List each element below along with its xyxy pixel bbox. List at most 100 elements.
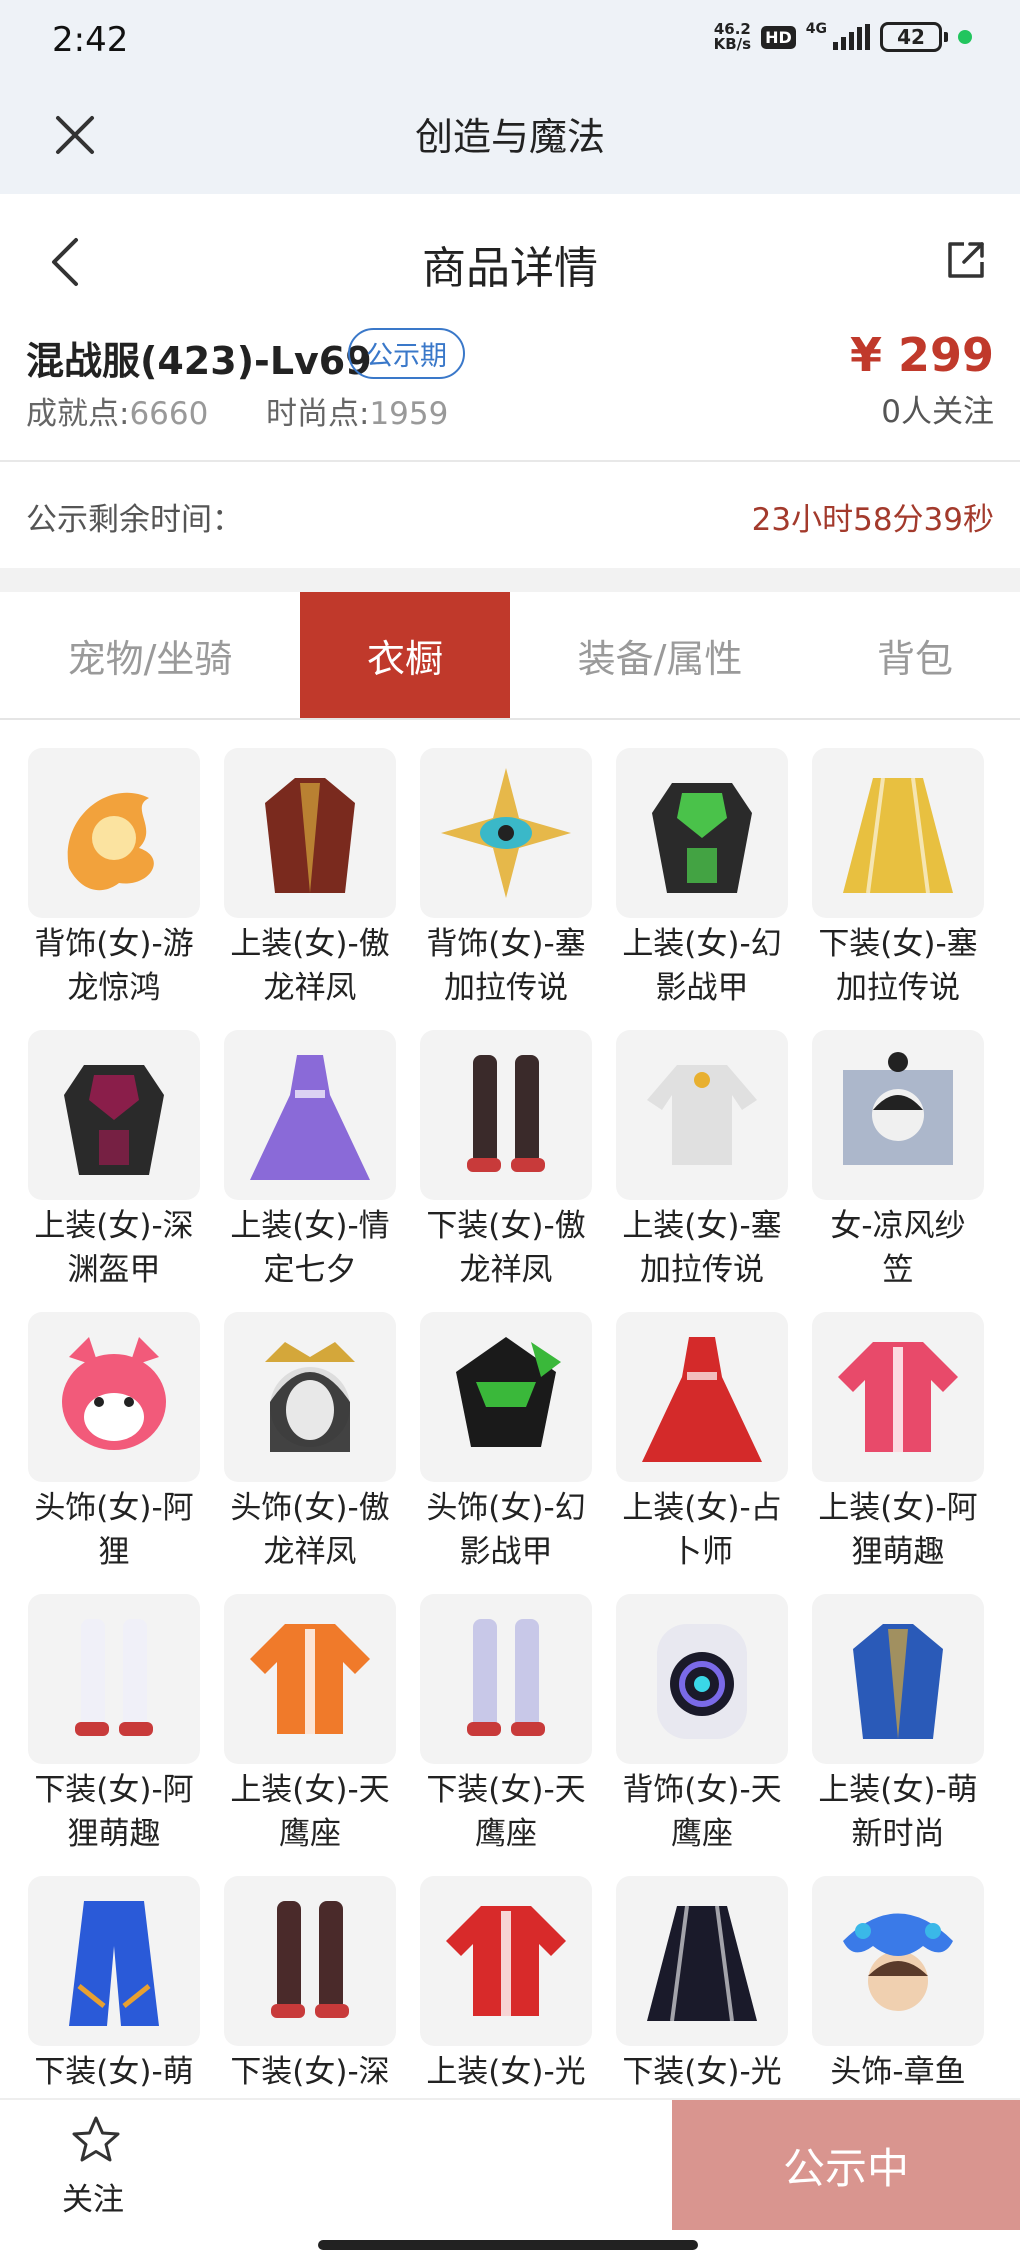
item-thumbnail[interactable] bbox=[616, 748, 788, 918]
item-thumbnail[interactable] bbox=[616, 1030, 788, 1200]
item-caption: 头饰(女)-幻 影战甲 bbox=[416, 1486, 596, 1574]
tab-equipment-attributes[interactable]: 装备/属性 bbox=[510, 592, 810, 718]
wardrobe-item[interactable]: 头饰-章鱼 bbox=[812, 1876, 984, 2098]
wardrobe-item[interactable]: 下装(女)-深渊盔甲 bbox=[224, 1876, 396, 2098]
item-caption-line2: 鹰座 bbox=[279, 1816, 341, 1852]
item-caption: 上装(女)-占 卜师 bbox=[612, 1486, 792, 1574]
item-thumbnail[interactable] bbox=[812, 1876, 984, 2046]
app-title: 创造与魔法 bbox=[414, 115, 605, 159]
wardrobe-item[interactable]: 下装(女)-萌新时尚 bbox=[28, 1876, 200, 2098]
item-thumbnail[interactable] bbox=[224, 1594, 396, 1764]
item-thumbnail[interactable] bbox=[224, 1876, 396, 2046]
wardrobe-item[interactable]: 上装(女)-傲 龙祥凤 bbox=[224, 748, 396, 1033]
countdown-label: 公示剩余时间： bbox=[26, 502, 243, 538]
jacket-icon bbox=[446, 1906, 566, 2016]
follow-label[interactable]: 关注 bbox=[62, 2174, 124, 2219]
item-thumbnail[interactable] bbox=[420, 1030, 592, 1200]
item-thumbnail[interactable] bbox=[812, 748, 984, 918]
tab-wardrobe[interactable]: 衣橱 bbox=[300, 592, 510, 718]
sun-eye-icon bbox=[441, 768, 571, 898]
item-thumbnail[interactable] bbox=[616, 1594, 788, 1764]
page-title: 商品详情 bbox=[422, 243, 598, 294]
item-thumbnail[interactable] bbox=[28, 748, 200, 918]
wardrobe-item[interactable]: 上装(女)-情 定七夕 bbox=[224, 1030, 396, 1315]
dragon-wing-icon bbox=[67, 792, 154, 891]
star-icon[interactable] bbox=[70, 2114, 122, 2166]
wardrobe-item[interactable]: 头饰(女)-幻 影战甲 bbox=[420, 1312, 592, 1597]
wardrobe-item[interactable]: 女-凉风纱笠 bbox=[812, 1030, 984, 1315]
wardrobe-item[interactable]: 上装(女)-阿 狸萌趣 bbox=[812, 1312, 984, 1597]
share-icon[interactable] bbox=[944, 238, 988, 282]
wardrobe-item[interactable]: 下装(女)-天 鹰座 bbox=[420, 1594, 592, 1879]
boots-icon bbox=[467, 1619, 545, 1736]
crown-head-icon bbox=[265, 1342, 355, 1452]
item-caption-line2: 龙祥凤 bbox=[263, 1534, 357, 1570]
item-caption-line2: 龙惊鸿 bbox=[67, 970, 161, 1006]
fox-head-icon bbox=[62, 1337, 166, 1450]
boots-icon bbox=[467, 1055, 545, 1172]
wardrobe-item[interactable]: 下装(女)-傲 龙祥凤 bbox=[420, 1030, 592, 1315]
item-caption: 上装(女)-萌 新时尚 bbox=[808, 1768, 988, 1856]
item-caption-line2: 笠 bbox=[882, 1252, 914, 1288]
orb-backpack-icon bbox=[657, 1624, 747, 1739]
item-thumbnail[interactable] bbox=[420, 1312, 592, 1482]
wardrobe-item[interactable]: 上装(女)-天 鹰座 bbox=[224, 1594, 396, 1879]
wardrobe-item[interactable]: 上装(女)-萌 新时尚 bbox=[812, 1594, 984, 1879]
item-caption: 头饰(女)-傲 龙祥凤 bbox=[220, 1486, 400, 1574]
item-caption-line1: 下装(女)-塞 bbox=[818, 926, 978, 962]
wardrobe-item[interactable]: 上装(女)-占 卜师 bbox=[616, 1312, 788, 1597]
wardrobe-item[interactable]: 上装(女)-塞 加拉传说 bbox=[616, 1030, 788, 1315]
item-thumbnail[interactable] bbox=[28, 1876, 200, 2046]
item-caption-line2: 渊盔甲 bbox=[67, 1252, 161, 1288]
item-caption-line2: 狸 bbox=[98, 1534, 130, 1570]
achievement-value: 6660 bbox=[129, 396, 209, 432]
item-thumbnail[interactable] bbox=[616, 1876, 788, 2046]
achievement-label: 成就点: bbox=[26, 396, 130, 432]
wardrobe-item[interactable]: 背饰(女)-游 龙惊鸿 bbox=[28, 748, 200, 1033]
item-caption-line2: 影战甲 bbox=[655, 970, 749, 1006]
item-thumbnail[interactable] bbox=[224, 748, 396, 918]
public-status-button[interactable]: 公示中 bbox=[672, 2100, 1020, 2230]
item-thumbnail[interactable] bbox=[420, 748, 592, 918]
item-thumbnail[interactable] bbox=[812, 1594, 984, 1764]
battery-icon: 42 bbox=[880, 22, 948, 52]
wardrobe-item[interactable]: 下装(女)-光 bbox=[616, 1876, 788, 2098]
home-indicator[interactable] bbox=[318, 2240, 698, 2250]
item-thumbnail[interactable] bbox=[28, 1312, 200, 1482]
wardrobe-item[interactable]: 上装(女)-幻 影战甲 bbox=[616, 748, 788, 1033]
wardrobe-item[interactable]: 上装(女)-深 渊盔甲 bbox=[28, 1030, 200, 1315]
item-thumbnail[interactable] bbox=[224, 1030, 396, 1200]
network-speed-unit: KB/s bbox=[713, 35, 752, 53]
item-thumbnail[interactable] bbox=[616, 1312, 788, 1482]
item-caption-line2: 龙祥凤 bbox=[263, 970, 357, 1006]
item-caption-line2: 龙祥凤 bbox=[459, 1252, 553, 1288]
tab-pets-mounts[interactable]: 宠物/坐骑 bbox=[0, 592, 300, 718]
item-caption-line1: 上装(女)-幻 bbox=[622, 926, 782, 962]
item-caption: 头饰(女)-阿狸 bbox=[28, 1486, 204, 1574]
wardrobe-item[interactable]: 头饰(女)-阿狸 bbox=[28, 1312, 200, 1597]
skirt-icon bbox=[647, 1905, 757, 2022]
item-caption-line1: 下装(女)-萌 bbox=[34, 2054, 194, 2090]
wardrobe-item[interactable]: 背饰(女)-天 鹰座 bbox=[616, 1594, 788, 1879]
item-thumbnail[interactable] bbox=[224, 1312, 396, 1482]
item-thumbnail[interactable] bbox=[420, 1876, 592, 2046]
tab-backpack[interactable]: 背包 bbox=[810, 592, 1020, 718]
tab-bar: 宠物/坐骑 衣橱 装备/属性 背包 bbox=[0, 592, 1020, 720]
wardrobe-item[interactable]: 背饰(女)-塞 加拉传说 bbox=[420, 748, 592, 1033]
robe-icon bbox=[853, 1624, 943, 1739]
item-thumbnail[interactable] bbox=[28, 1030, 200, 1200]
item-thumbnail[interactable] bbox=[812, 1312, 984, 1482]
fashion-points: 时尚点:1959 bbox=[266, 388, 448, 433]
wardrobe-item[interactable]: 上装(女)-光 bbox=[420, 1876, 592, 2098]
item-caption-line2: 影战甲 bbox=[459, 1534, 553, 1570]
item-caption: 上装(女)-深 渊盔甲 bbox=[28, 1204, 204, 1292]
item-thumbnail[interactable] bbox=[812, 1030, 984, 1200]
wardrobe-item[interactable]: 头饰(女)-傲 龙祥凤 bbox=[224, 1312, 396, 1597]
wardrobe-item[interactable]: 下装(女)-塞 加拉传说 bbox=[812, 748, 984, 1033]
network-speed: 46.2 KB/s bbox=[714, 22, 751, 52]
item-caption-line1: 上装(女)-萌 bbox=[818, 1772, 978, 1808]
item-caption: 下装(女)-萌新时尚 bbox=[28, 2050, 204, 2098]
item-thumbnail[interactable] bbox=[420, 1594, 592, 1764]
item-thumbnail[interactable] bbox=[28, 1594, 200, 1764]
wardrobe-item[interactable]: 下装(女)-阿 狸萌趣 bbox=[28, 1594, 200, 1879]
